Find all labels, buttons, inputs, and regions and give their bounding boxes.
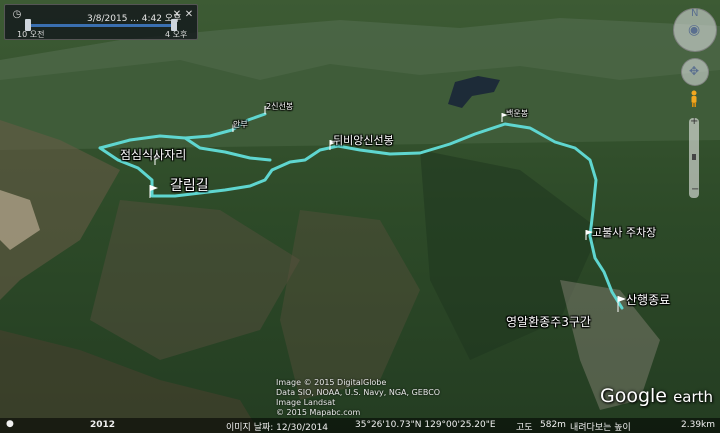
- label-rest-area: 점심식사자리: [120, 148, 187, 162]
- credit-line: © 2015 Mapabc.com: [276, 408, 361, 417]
- credit-line: Image Landsat: [276, 398, 336, 407]
- label-branch-path: 갈림길: [170, 178, 209, 194]
- imagery-date: 이미지 날짜: 12/30/2014: [226, 423, 329, 433]
- label-shinseonbong: 뒤비앙신선봉: [333, 134, 394, 147]
- zoom-in-icon[interactable]: +: [690, 116, 698, 127]
- elevation-label: 고도: [516, 423, 533, 433]
- map-view[interactable]: [0, 0, 720, 433]
- status-bar: ● 2012 이미지 날짜: 12/30/2014 35°26'10.73"N …: [0, 418, 720, 433]
- label-temple-parking: 고불사 주차장: [592, 226, 657, 239]
- credit-line: Data SIO, NOAA, U.S. Navy, NGA, GEBCO: [276, 388, 441, 397]
- google-small-icon: ●: [6, 419, 14, 429]
- google-earth-logo: Google earth: [600, 385, 713, 407]
- look-joystick-icon[interactable]: N ◉: [673, 8, 717, 52]
- coordinates-readout: 35°26'10.73"N 129°00'25.20"E: [355, 420, 496, 430]
- label-summit-east: 백운봉: [506, 109, 529, 118]
- label-peak-a: 2신선봉: [266, 102, 294, 111]
- year-badge: 2012: [90, 420, 116, 430]
- close-icon[interactable]: ✕: [183, 9, 195, 21]
- label-saddle: 안부: [233, 120, 248, 129]
- zoom-slider-icon[interactable]: + −: [689, 116, 699, 198]
- elevation-value: 582m: [540, 420, 566, 430]
- move-joystick-icon[interactable]: ✥: [681, 58, 709, 86]
- move-arrows-icon: ✥: [689, 64, 700, 78]
- zoom-handle[interactable]: [692, 154, 696, 160]
- clock-icon[interactable]: ◷: [11, 9, 23, 21]
- zoom-out-icon[interactable]: −: [691, 184, 699, 195]
- logo-brand: Google: [600, 385, 668, 407]
- compass-icon[interactable]: N: [691, 8, 698, 19]
- label-route-name: 영알환종주3구간: [506, 315, 591, 329]
- eye-icon: ◉: [688, 22, 701, 38]
- eye-altitude-label: 내려다보는 높이: [570, 423, 631, 433]
- time-slider-end: 4 오후: [165, 30, 188, 39]
- credit-line: Image © 2015 DigitalGlobe: [276, 378, 387, 387]
- logo-product: earth: [673, 388, 714, 406]
- imagery-credits: Image © 2015 DigitalGlobe Data SIO, NOAA…: [276, 378, 440, 418]
- eye-altitude-value: 2.39km: [681, 420, 716, 430]
- time-slider-current: 3/8/2015 ... 4:42 오후: [87, 14, 182, 24]
- time-slider[interactable]: ◷ 3/8/2015 ... 4:42 오후 ✕ ✕ 10 오전 4 오후: [4, 4, 198, 40]
- time-slider-start: 10 오전: [17, 30, 45, 39]
- time-slider-track[interactable]: [27, 24, 173, 27]
- label-finish: 산행종료: [626, 293, 671, 307]
- pegman-icon[interactable]: [688, 90, 700, 108]
